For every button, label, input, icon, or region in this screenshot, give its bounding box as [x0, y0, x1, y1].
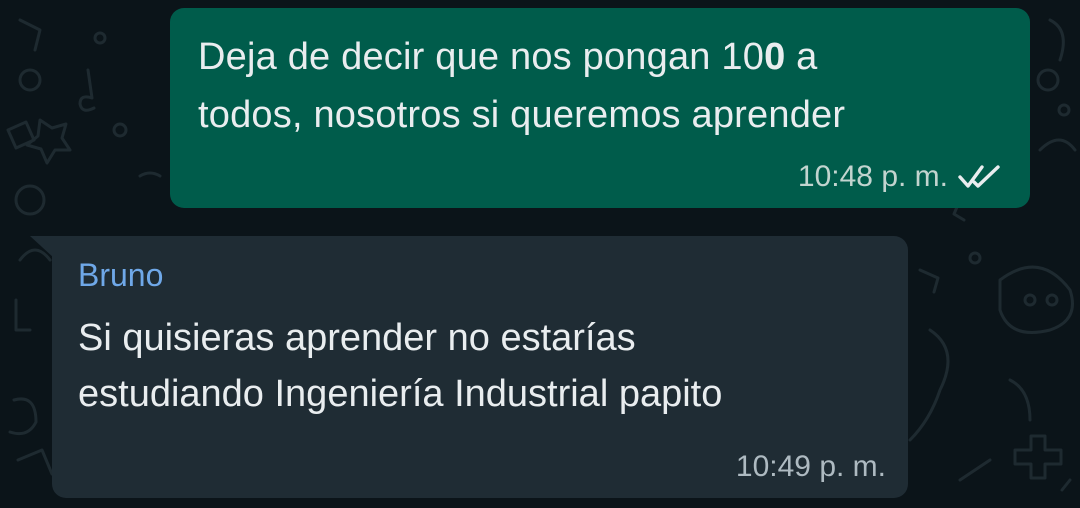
outgoing-message-text: Deja de decir que nos pongan 100 a todos…: [198, 28, 898, 144]
incoming-message-text: Si quisieras aprender no estarías estudi…: [78, 317, 723, 415]
outgoing-text-bold: 0: [764, 36, 786, 78]
outgoing-message-bubble[interactable]: Deja de decir que nos pongan 100 a todos…: [170, 8, 1030, 208]
outgoing-message-time: 10:48 p. m.: [797, 160, 948, 193]
outgoing-message-meta: 10:48 p. m.: [798, 160, 1004, 194]
incoming-message-time: 10:49 p. m.: [735, 450, 886, 483]
bubble-tail-icon: [30, 236, 54, 258]
sender-name[interactable]: Bruno: [78, 254, 882, 296]
outgoing-text-part1: Deja de decir que nos pongan 10: [198, 36, 765, 78]
incoming-message-bubble[interactable]: Bruno Si quisieras aprender no estarías …: [30, 236, 908, 498]
double-check-read-icon: [958, 165, 1000, 188]
